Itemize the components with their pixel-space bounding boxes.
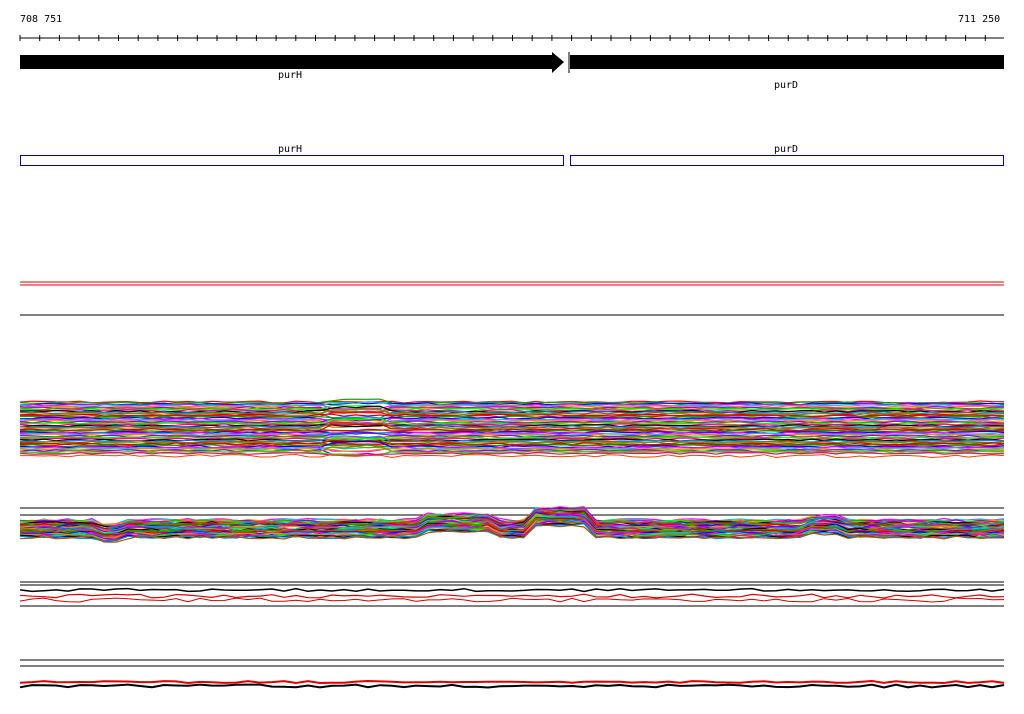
group-3-wiggle-red-2 bbox=[19, 597, 1005, 603]
group-4-wiggle-black bbox=[19, 683, 1005, 689]
band-1-bottom-line bbox=[20, 453, 1005, 459]
group-4-wiggle-red bbox=[19, 679, 1005, 685]
multicolor-band-1-line bbox=[19, 451, 1005, 456]
genome-browser-view: 708 751 711 250 purH purD purH purD bbox=[0, 0, 1024, 714]
group-3-wiggle-red bbox=[19, 593, 1005, 599]
group-3-wiggle-black bbox=[19, 587, 1005, 593]
signal-tracks bbox=[19, 281, 1005, 689]
